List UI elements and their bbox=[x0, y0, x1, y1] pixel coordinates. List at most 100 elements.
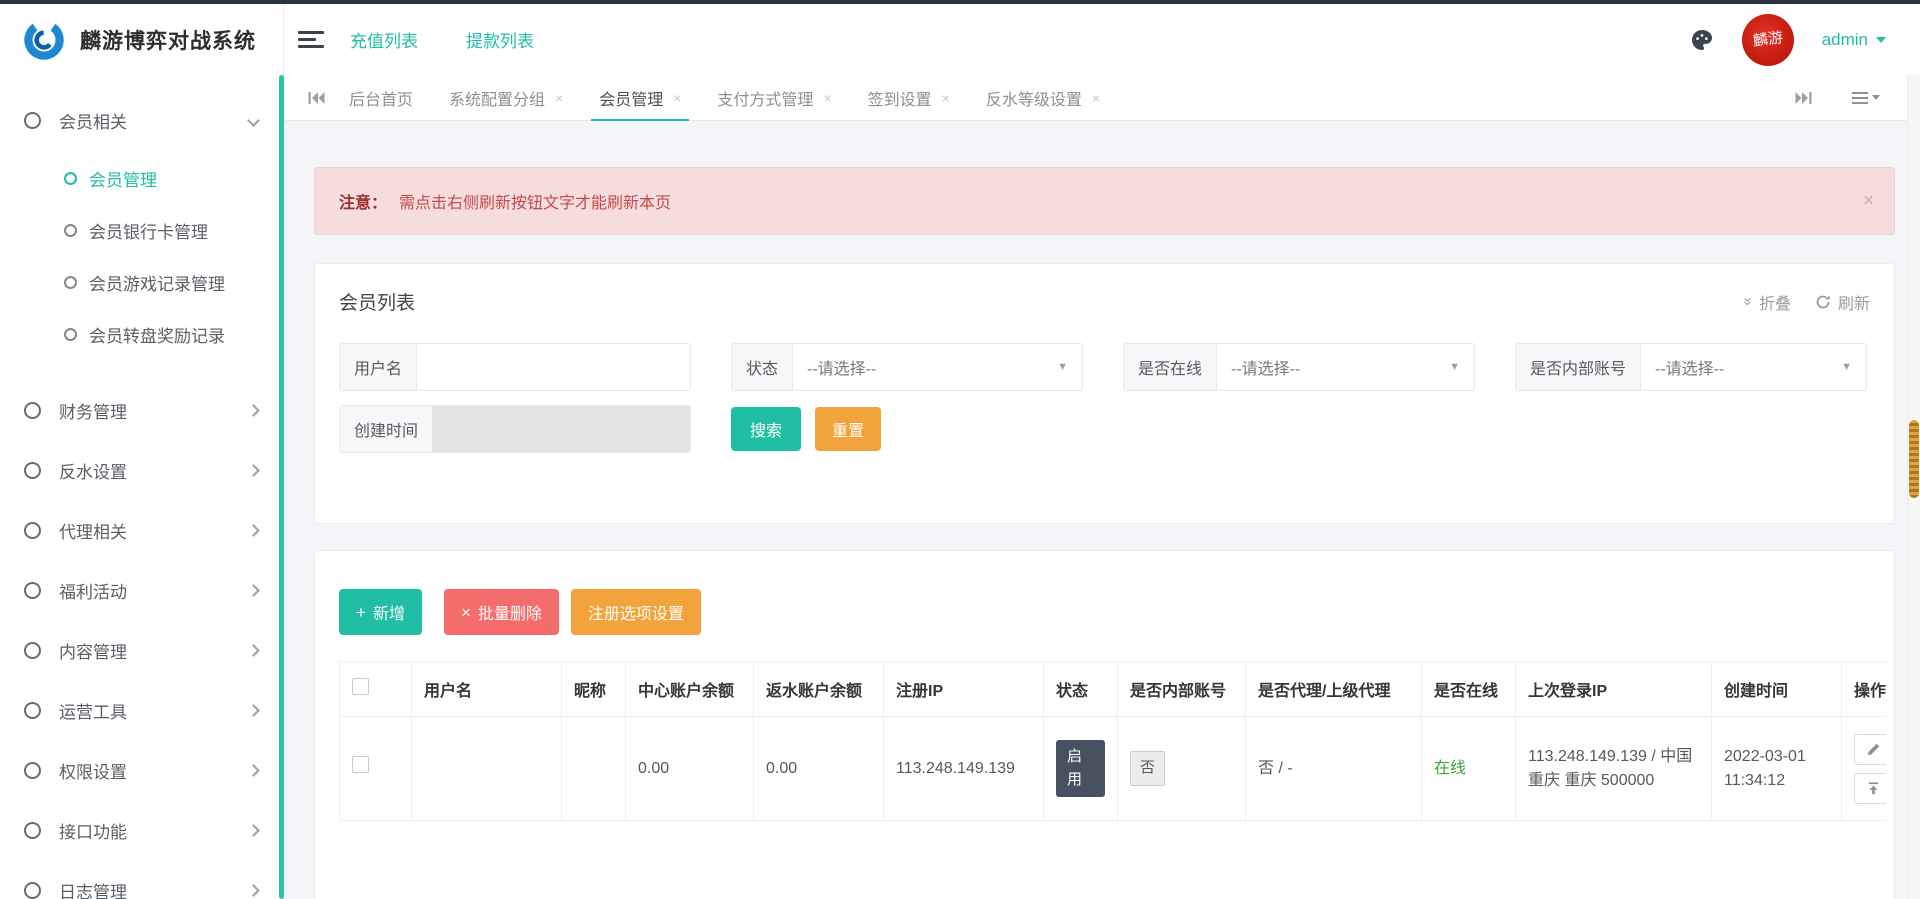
refresh-icon bbox=[1815, 294, 1831, 310]
internal-badge: 否 bbox=[1130, 751, 1165, 786]
search-button[interactable]: 搜索 bbox=[731, 407, 801, 451]
sidebar-item-反水设置[interactable]: 反水设置 bbox=[0, 440, 284, 500]
chevron-right-icon bbox=[247, 824, 260, 837]
sidebar-subitem-会员银行卡管理[interactable]: 会员银行卡管理 bbox=[0, 204, 284, 256]
cell-nickname bbox=[562, 717, 626, 821]
header-right: 麟游 admin bbox=[1690, 14, 1920, 66]
batch-delete-label: 批量删除 bbox=[478, 600, 542, 624]
tab-签到设置[interactable]: 签到设置× bbox=[868, 75, 950, 121]
tab-close-icon[interactable]: × bbox=[942, 90, 950, 106]
column-header-中心账户余额: 中心账户余额 bbox=[626, 662, 754, 717]
select-caret-icon: ▼ bbox=[1841, 361, 1852, 373]
add-label: 新增 bbox=[373, 600, 405, 624]
column-header-创建时间: 创建时间 bbox=[1712, 662, 1842, 717]
created-time-input[interactable] bbox=[433, 406, 690, 452]
header-link-recharge[interactable]: 充值列表 bbox=[350, 27, 418, 52]
sidebar-item-财务管理[interactable]: 财务管理 bbox=[0, 380, 284, 440]
row-checkbox[interactable] bbox=[352, 756, 369, 773]
select-all-header-cell bbox=[340, 662, 412, 717]
cell-center_balance: 0.00 bbox=[626, 717, 754, 821]
tab-会员管理[interactable]: 会员管理× bbox=[599, 75, 681, 121]
online-filter-group: 是否在线 --请选择-- ▼ bbox=[1123, 343, 1475, 391]
created-filter-label: 创建时间 bbox=[340, 406, 433, 452]
header-link-withdraw[interactable]: 提款列表 bbox=[466, 27, 534, 52]
column-header-上次登录IP: 上次登录IP bbox=[1516, 662, 1712, 717]
sidebar-item-label: 运营工具 bbox=[59, 698, 249, 723]
sidebar-subitem-label: 会员管理 bbox=[89, 166, 157, 191]
chevron-right-icon bbox=[247, 764, 260, 777]
tabs-scroll-right-icon[interactable] bbox=[1795, 91, 1812, 105]
register-options-button[interactable]: 注册选项设置 bbox=[571, 589, 701, 635]
batch-delete-button[interactable]: × 批量删除 bbox=[444, 589, 559, 635]
chevron-down-icon bbox=[247, 114, 260, 127]
select-caret-icon: ▼ bbox=[1057, 361, 1068, 373]
add-button[interactable]: + 新增 bbox=[339, 589, 422, 635]
avatar-seal-text: 麟游 bbox=[1752, 30, 1784, 49]
sidebar-item-接口功能[interactable]: 接口功能 bbox=[0, 800, 284, 860]
circle-icon bbox=[64, 328, 77, 341]
page-scrollbar-thumb[interactable] bbox=[1909, 420, 1919, 498]
table-toolbar: + 新增 × 批量删除 注册选项设置 bbox=[339, 589, 1886, 635]
tabs-scroll-left-icon[interactable] bbox=[308, 91, 325, 105]
select-all-checkbox[interactable] bbox=[352, 678, 369, 695]
sidebar-item-会员相关[interactable]: 会员相关 bbox=[0, 90, 284, 150]
status-select-value: --请选择-- bbox=[807, 355, 876, 379]
status-badge[interactable]: 启用 bbox=[1056, 740, 1105, 797]
page-scrollbar-track[interactable] bbox=[1907, 75, 1920, 899]
sidebar-item-label: 接口功能 bbox=[59, 818, 249, 843]
username-label: admin bbox=[1822, 30, 1868, 50]
chevron-right-icon bbox=[247, 404, 260, 417]
sidebar-item-运营工具[interactable]: 运营工具 bbox=[0, 680, 284, 740]
sidebar-subitem-会员游戏记录管理[interactable]: 会员游戏记录管理 bbox=[0, 256, 284, 308]
reset-button[interactable]: 重置 bbox=[815, 407, 881, 451]
sidebar-subitem-会员管理[interactable]: 会员管理 bbox=[0, 152, 284, 204]
cell-internal: 否 bbox=[1118, 717, 1246, 821]
tab-close-icon[interactable]: × bbox=[673, 90, 681, 106]
sidebar-scrollbar[interactable] bbox=[279, 75, 284, 899]
user-menu[interactable]: admin bbox=[1822, 30, 1886, 50]
tab-options-menu-icon[interactable] bbox=[1852, 89, 1880, 107]
sidebar-subitem-会员转盘奖励记录[interactable]: 会员转盘奖励记录 bbox=[0, 308, 284, 360]
online-select[interactable]: --请选择-- ▼ bbox=[1217, 344, 1474, 390]
sidebar-item-内容管理[interactable]: 内容管理 bbox=[0, 620, 284, 680]
sidebar-item-日志管理[interactable]: 日志管理 bbox=[0, 860, 284, 899]
tab-close-icon[interactable]: × bbox=[555, 90, 563, 106]
filter-row-1: 用户名 状态 --请选择-- ▼ 是否在线 --请选择-- bbox=[339, 343, 1870, 391]
filter-row-2: 创建时间 搜索 重置 bbox=[339, 405, 1870, 453]
tab-反水等级设置[interactable]: 反水等级设置× bbox=[986, 75, 1100, 121]
chevron-right-icon bbox=[247, 884, 260, 897]
created-filter-group: 创建时间 bbox=[339, 405, 691, 453]
circle-icon bbox=[24, 702, 41, 719]
panel-title: 会员列表 bbox=[339, 288, 415, 315]
sidebar-item-label: 福利活动 bbox=[59, 578, 249, 603]
tab-支付方式管理[interactable]: 支付方式管理× bbox=[717, 75, 831, 121]
tab-close-icon[interactable]: × bbox=[823, 90, 831, 106]
sidebar-item-福利活动[interactable]: 福利活动 bbox=[0, 560, 284, 620]
edit-button[interactable] bbox=[1854, 734, 1886, 765]
tab-close-icon[interactable]: × bbox=[1092, 90, 1100, 106]
move-top-button[interactable] bbox=[1854, 773, 1886, 804]
username-input[interactable] bbox=[417, 344, 690, 390]
sidebar-item-权限设置[interactable]: 权限设置 bbox=[0, 740, 284, 800]
column-header-注册IP: 注册IP bbox=[884, 662, 1044, 717]
circle-icon bbox=[64, 224, 77, 237]
collapse-button[interactable]: » 折叠 bbox=[1744, 290, 1791, 314]
table-header-row: 用户名昵称中心账户余额返水账户余额注册IP状态是否内部账号是否代理/上级代理是否… bbox=[340, 662, 1887, 717]
tab-后台首页[interactable]: 后台首页 bbox=[349, 75, 413, 121]
cell-last_login_ip: 113.248.149.139 / 中国 重庆 重庆 500000 bbox=[1516, 717, 1712, 821]
internal-select[interactable]: --请选择-- ▼ bbox=[1641, 344, 1866, 390]
notice-close-icon[interactable]: × bbox=[1863, 192, 1874, 211]
status-select[interactable]: --请选择-- ▼ bbox=[793, 344, 1082, 390]
refresh-label: 刷新 bbox=[1838, 290, 1870, 314]
sidebar-item-代理相关[interactable]: 代理相关 bbox=[0, 500, 284, 560]
theme-palette-icon[interactable] bbox=[1690, 28, 1714, 52]
circle-icon bbox=[64, 172, 77, 185]
table-body: 0.000.00113.248.149.139启用否否 / -在线113.248… bbox=[340, 717, 1887, 821]
table-row: 0.000.00113.248.149.139启用否否 / -在线113.248… bbox=[340, 717, 1887, 821]
refresh-button[interactable]: 刷新 bbox=[1815, 290, 1870, 314]
tab-系统配置分组[interactable]: 系统配置分组× bbox=[449, 75, 563, 121]
circle-icon bbox=[24, 762, 41, 779]
user-avatar[interactable]: 麟游 bbox=[1742, 14, 1794, 66]
cell-username bbox=[412, 717, 562, 821]
sidebar-toggle-icon[interactable] bbox=[298, 27, 324, 52]
